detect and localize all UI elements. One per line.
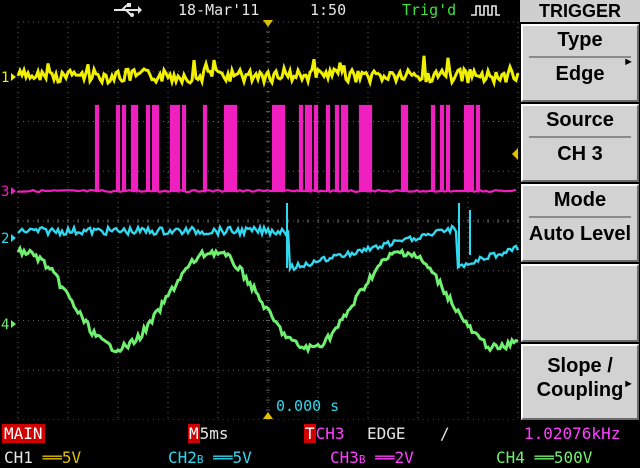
frequency-readout: 1.02076kHz bbox=[524, 424, 621, 443]
divider bbox=[529, 56, 631, 58]
type-label: Type bbox=[557, 29, 603, 51]
trigger-level-marker bbox=[512, 148, 518, 160]
ch1-readout: CH1 ══5V bbox=[4, 448, 82, 467]
ch4-trace bbox=[16, 244, 519, 355]
channel-marker-arrow bbox=[11, 234, 16, 242]
channel-2-marker: 2 bbox=[1, 231, 9, 247]
divider bbox=[529, 136, 631, 138]
top-status-bar: 18-Mar'11 1:50 Trig'd bbox=[0, 0, 520, 20]
chevron-right-icon: ► bbox=[623, 56, 634, 68]
channel-3-marker: 3 bbox=[1, 184, 9, 200]
slope-icon: / bbox=[440, 424, 450, 443]
source-button[interactable]: Source CH 3 bbox=[521, 104, 639, 182]
trigger-position-marker bbox=[263, 20, 273, 27]
trigger-edge-icon bbox=[471, 5, 500, 16]
mode-button[interactable]: Mode Auto Level bbox=[521, 184, 639, 262]
slope-label: Slope / bbox=[547, 355, 613, 377]
type-button[interactable]: Type Edge ► bbox=[521, 24, 639, 102]
source-label: Source bbox=[546, 109, 614, 131]
channel-marker-arrow bbox=[11, 187, 16, 195]
ch4-readout: CH4 ══500V bbox=[496, 448, 593, 467]
channel-marker-arrow bbox=[11, 73, 16, 81]
coupling-label: Coupling bbox=[536, 379, 624, 401]
channel-4-marker: 4 bbox=[1, 317, 9, 333]
date-readout: 18-Mar'11 bbox=[178, 1, 260, 19]
type-value: Edge bbox=[555, 63, 605, 85]
trigger-status: Trig'd bbox=[402, 1, 457, 19]
blank-button[interactable] bbox=[521, 264, 639, 342]
menu-title: TRIGGER bbox=[520, 0, 640, 22]
trigger-source-readout: TCH3 bbox=[304, 424, 345, 443]
trigger-position-readout: 0.000 s bbox=[276, 397, 339, 415]
chevron-right-icon: ► bbox=[623, 378, 634, 390]
ch1-trace bbox=[16, 55, 520, 89]
oscilloscope-screen: 1 3 2 4 0.000 s 18-Mar'11 1:50 Trig'd TRIGGE… bbox=[0, 0, 640, 468]
timebase-readout: M5ms bbox=[188, 424, 229, 443]
source-value: CH 3 bbox=[557, 143, 603, 165]
slope-coupling-button[interactable]: Slope / Coupling ► bbox=[521, 344, 639, 420]
channel-marker-arrow bbox=[11, 320, 16, 328]
trigger-type-readout: EDGE bbox=[367, 424, 406, 443]
usb-icon bbox=[114, 3, 142, 17]
ch3-trace bbox=[16, 104, 517, 194]
mode-label: Mode bbox=[553, 189, 607, 211]
trigger-position-marker-bottom bbox=[263, 412, 273, 419]
time-readout: 1:50 bbox=[310, 1, 347, 19]
mode-value: Auto Level bbox=[528, 223, 632, 245]
ch3-readout: CH3B ══2V bbox=[330, 448, 414, 467]
status-row-top: MAIN M5ms TCH3 EDGE / 1.02076kHz bbox=[0, 422, 640, 444]
trigger-menu: TRIGGER Type Edge ► Source CH 3 Mode Aut… bbox=[520, 0, 640, 420]
main-tag: MAIN bbox=[2, 424, 45, 443]
channel-1-marker: 1 bbox=[1, 70, 9, 86]
status-row-bottom: CH1 ══5V CH2B ══5V CH3B ══2V CH4 ══500V bbox=[0, 446, 640, 468]
divider bbox=[529, 216, 631, 218]
waveform-display: 1 3 2 4 0.000 s bbox=[1, 20, 520, 420]
ch2-readout: CH2B ══5V bbox=[168, 448, 252, 467]
